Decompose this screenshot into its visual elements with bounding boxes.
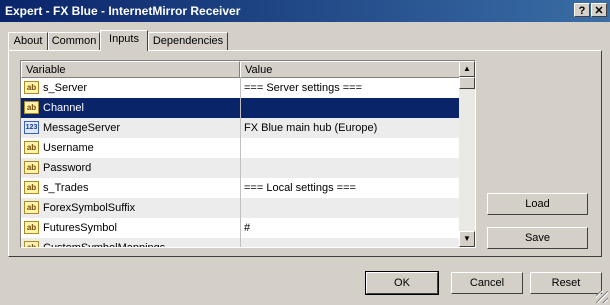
variable-value[interactable]: [240, 98, 460, 118]
reset-button[interactable]: Reset: [530, 272, 602, 294]
vertical-scrollbar[interactable]: ▲ ▼: [459, 61, 475, 247]
input-row[interactable]: ab Username: [21, 138, 461, 158]
input-row[interactable]: ab ForexSymbolSuffix: [21, 198, 461, 218]
variable-name: s_Server: [43, 82, 88, 94]
variable-value[interactable]: #: [240, 218, 460, 238]
load-button[interactable]: Load: [487, 193, 588, 215]
variable-name: s_Trades: [43, 182, 89, 194]
input-row[interactable]: 123 MessageServer FX Blue main hub (Euro…: [21, 118, 461, 138]
window-title: Expert - FX Blue - InternetMirror Receiv…: [5, 4, 241, 18]
variable-value[interactable]: [240, 198, 460, 218]
variable-name: ForexSymbolSuffix: [43, 202, 136, 214]
input-row[interactable]: ab s_Trades === Local settings ===: [21, 178, 461, 198]
resize-grip-icon[interactable]: [596, 291, 608, 303]
inputs-grid: Variable Value ab s_Server === Server se…: [20, 60, 476, 248]
variable-name: Channel: [43, 102, 84, 114]
variable-name: MessageServer: [43, 122, 121, 134]
input-row-selected[interactable]: ab Channel: [21, 98, 461, 118]
variable-value[interactable]: === Server settings ===: [240, 78, 460, 98]
tab-inputs[interactable]: Inputs: [100, 30, 148, 51]
input-row[interactable]: ab CustomSymbolMappings: [21, 238, 461, 248]
tab-dependencies[interactable]: Dependencies: [148, 32, 228, 50]
scroll-thumb[interactable]: [459, 77, 475, 89]
variable-name: Password: [43, 162, 92, 174]
cancel-button[interactable]: Cancel: [451, 272, 523, 294]
variable-name: FuturesSymbol: [43, 222, 117, 234]
tab-common[interactable]: Common: [48, 32, 100, 50]
input-row[interactable]: ab FuturesSymbol #: [21, 218, 461, 238]
input-row[interactable]: ab Password: [21, 158, 461, 178]
variable-value[interactable]: [240, 138, 460, 158]
scroll-down-icon[interactable]: ▼: [459, 231, 475, 247]
title-bar: Expert - FX Blue - InternetMirror Receiv…: [0, 0, 610, 22]
tab-about[interactable]: About: [8, 32, 48, 50]
scroll-up-icon[interactable]: ▲: [459, 61, 475, 77]
variable-value[interactable]: [240, 238, 460, 247]
ok-button[interactable]: OK: [365, 271, 439, 295]
input-row[interactable]: ab s_Server === Server settings ===: [21, 78, 461, 98]
variable-name: CustomSymbolMappings: [43, 242, 166, 248]
variable-value[interactable]: [240, 158, 460, 178]
column-header-value[interactable]: Value: [240, 61, 461, 78]
close-button[interactable]: ✕: [591, 3, 607, 17]
column-header-variable[interactable]: Variable: [21, 61, 240, 78]
variable-name: Username: [43, 142, 94, 154]
help-button[interactable]: ?: [574, 3, 590, 17]
variable-value[interactable]: === Local settings ===: [240, 178, 460, 198]
save-button[interactable]: Save: [487, 227, 588, 249]
variable-value[interactable]: FX Blue main hub (Europe): [240, 118, 460, 138]
